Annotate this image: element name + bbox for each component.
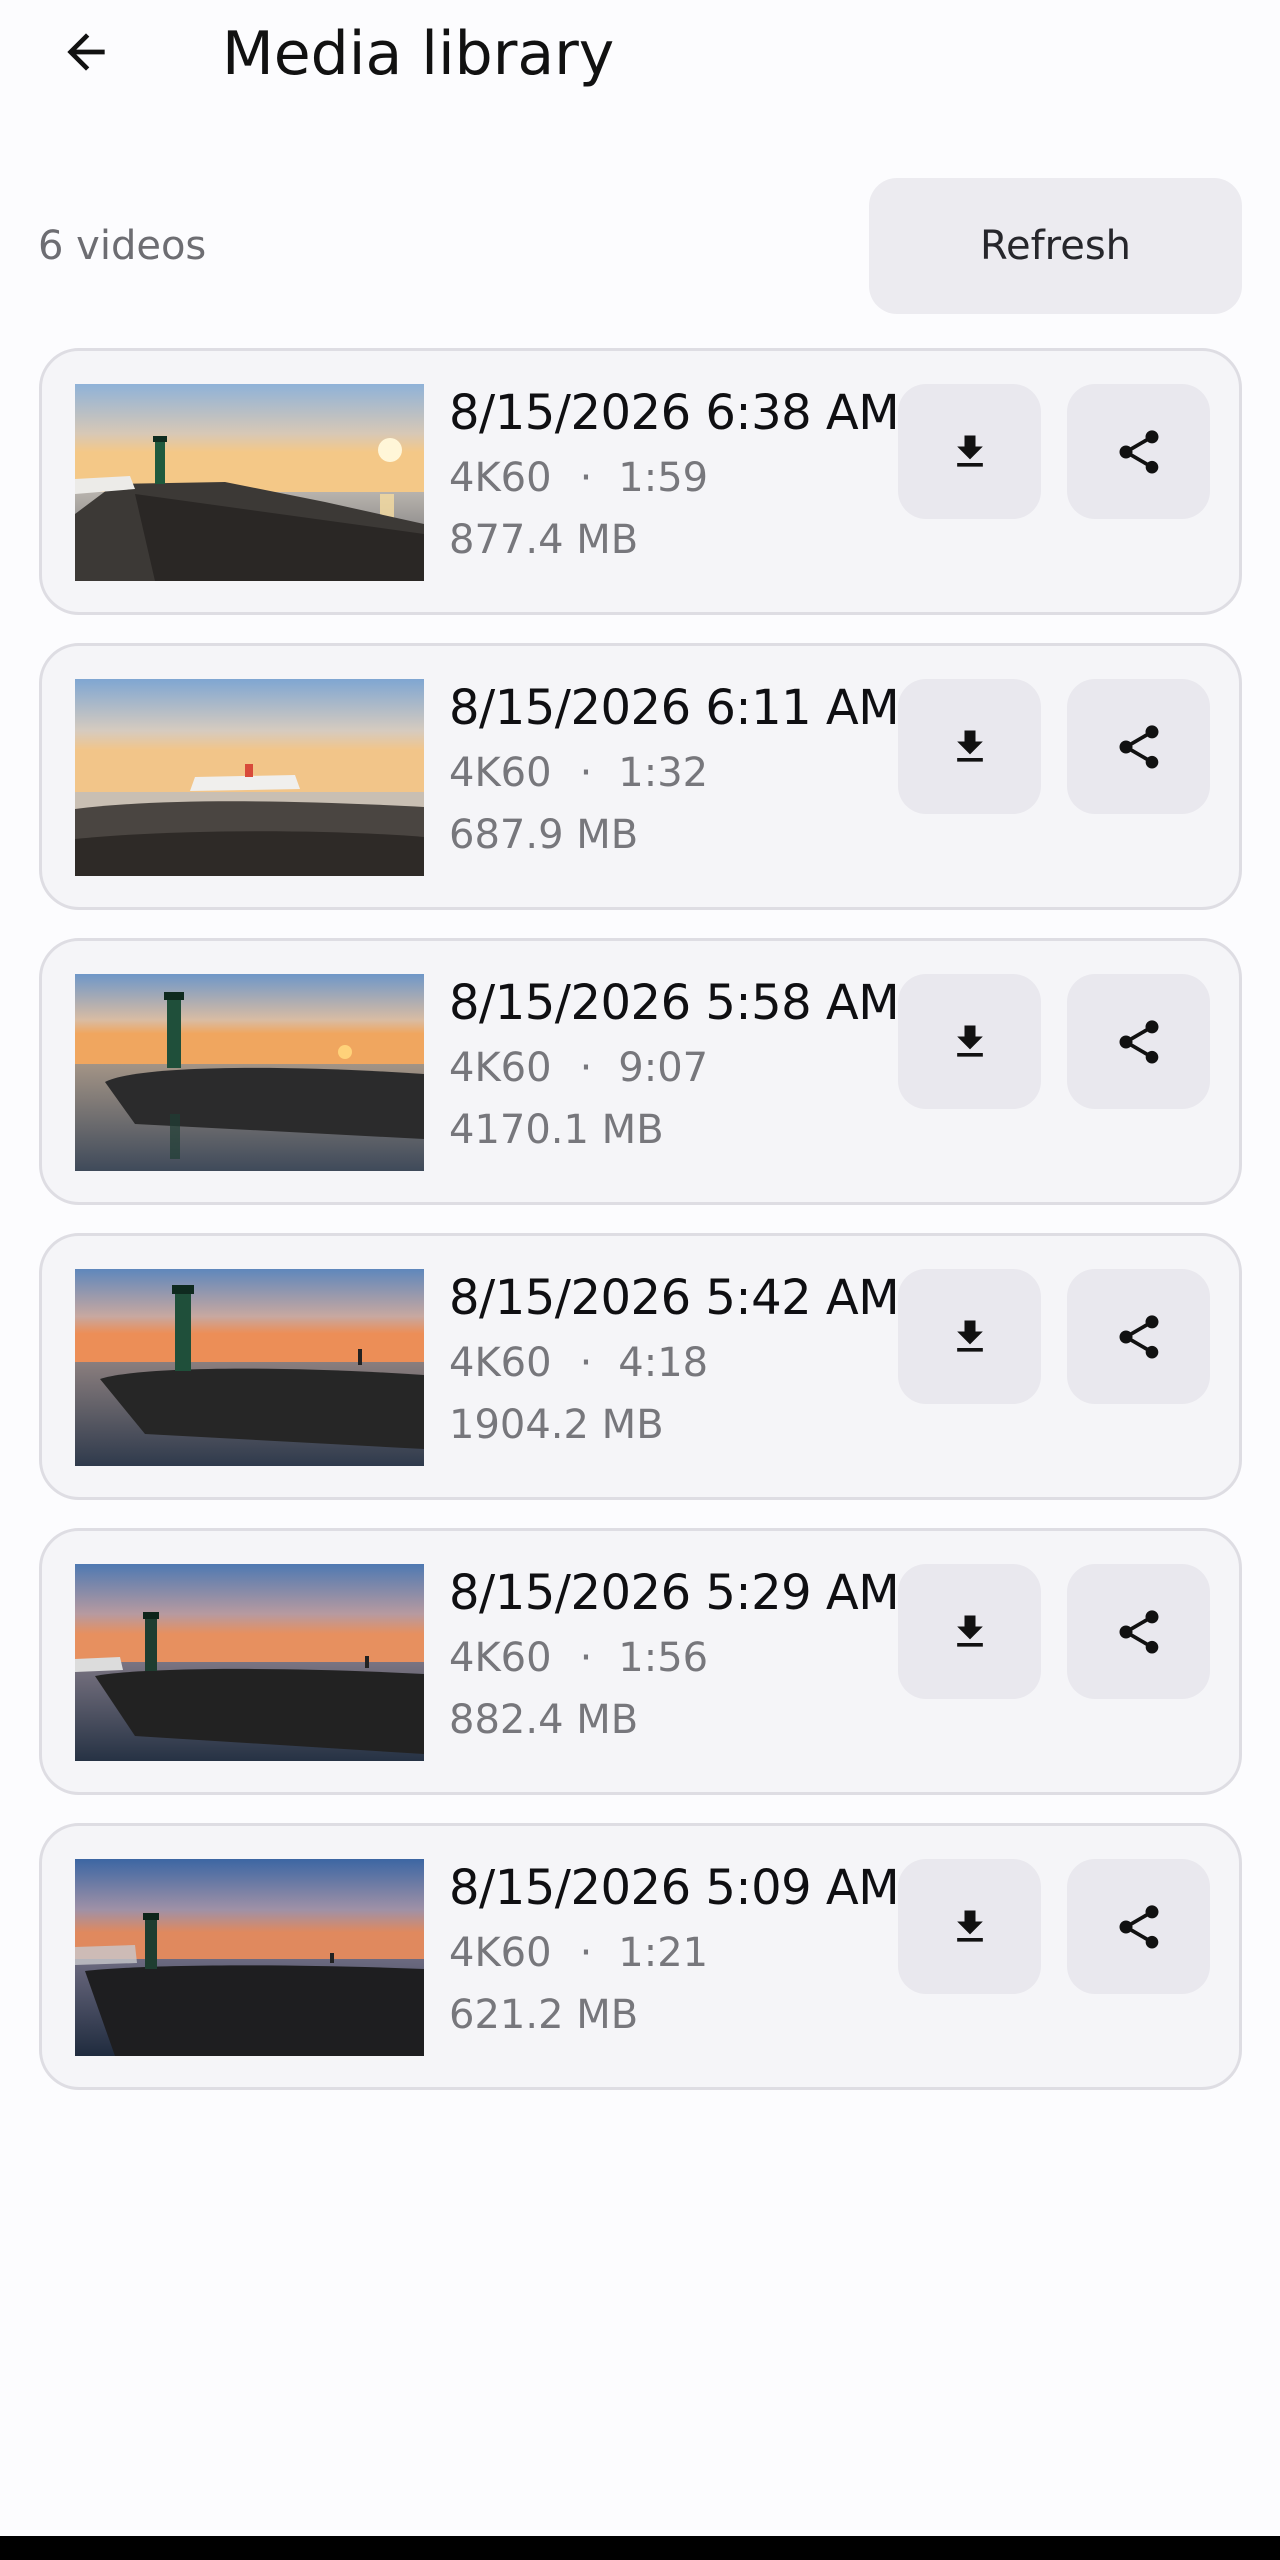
share-icon [1119,724,1158,768]
share-icon [1119,1904,1158,1948]
separator-dot: · [579,455,593,501]
system-navigation-bar [0,2536,1280,2560]
video-quality: 4K60 [449,1045,552,1091]
video-size: 877.4 MB [449,517,639,563]
share-button[interactable] [1067,679,1210,814]
video-meta: 8/15/2026 5:29 AM 4K60 · 1:56 882.4 MB [449,1561,909,1751]
video-meta: 8/15/2026 6:38 AM 4K60 · 1:59 877.4 MB [449,381,909,571]
video-card[interactable]: 8/15/2026 5:58 AM 4K60 · 9:07 4170.1 MB [39,938,1242,1205]
video-spec: 4K60 · 1:59 [449,447,909,509]
video-thumbnail[interactable] [75,1269,424,1466]
separator-dot: · [579,1045,593,1091]
video-date: 8/15/2026 6:38 AM [449,385,900,441]
video-size: 4170.1 MB [449,1107,664,1153]
video-quality: 4K60 [449,1340,552,1386]
video-duration: 9:07 [618,1045,709,1091]
video-thumbnail[interactable] [75,974,424,1171]
download-button[interactable] [898,974,1041,1109]
download-button[interactable] [898,679,1041,814]
download-button[interactable] [898,1859,1041,1994]
video-quality: 4K60 [449,455,552,501]
share-button[interactable] [1067,1564,1210,1699]
video-size: 687.9 MB [449,812,639,858]
share-icon [1119,1314,1158,1358]
share-icon [1119,429,1158,473]
video-duration: 1:56 [618,1635,709,1681]
video-duration: 4:18 [618,1340,709,1386]
video-quality: 4K60 [449,1930,552,1976]
video-spec: 4K60 · 1:32 [449,742,909,804]
video-thumbnail[interactable] [75,384,424,581]
download-icon [956,730,983,762]
separator-dot: · [579,1930,593,1976]
video-spec: 4K60 · 1:56 [449,1627,909,1689]
video-spec: 4K60 · 4:18 [449,1332,909,1394]
video-card[interactable]: 8/15/2026 5:29 AM 4K60 · 1:56 882.4 MB [39,1528,1242,1795]
share-icon [1119,1609,1158,1653]
video-date: 8/15/2026 5:58 AM [449,975,900,1031]
top-app-bar: Media library [0,0,1280,110]
video-meta: 8/15/2026 5:09 AM 4K60 · 1:21 621.2 MB [449,1856,909,2046]
video-date: 8/15/2026 6:11 AM [449,680,900,736]
video-quality: 4K60 [449,1635,552,1681]
download-icon [956,1320,983,1352]
page-title: Media library [222,19,615,89]
download-icon [956,1910,983,1942]
video-card[interactable]: 8/15/2026 5:09 AM 4K60 · 1:21 621.2 MB [39,1823,1242,2090]
video-list: 8/15/2026 6:38 AM 4K60 · 1:59 877.4 MB 8… [39,348,1242,2118]
video-size: 1904.2 MB [449,1402,664,1448]
video-spec: 4K60 · 9:07 [449,1037,909,1099]
share-button[interactable] [1067,1859,1210,1994]
video-meta: 8/15/2026 5:58 AM 4K60 · 9:07 4170.1 MB [449,971,909,1161]
video-size: 621.2 MB [449,1992,639,2038]
share-icon [1119,1019,1158,1063]
separator-dot: · [579,750,593,796]
share-button[interactable] [1067,1269,1210,1404]
download-icon [956,1025,983,1057]
video-card[interactable]: 8/15/2026 6:38 AM 4K60 · 1:59 877.4 MB [39,348,1242,615]
video-meta: 8/15/2026 6:11 AM 4K60 · 1:32 687.9 MB [449,676,909,866]
arrow-left-icon [67,33,105,71]
video-spec: 4K60 · 1:21 [449,1922,909,1984]
refresh-button[interactable]: Refresh [869,178,1242,314]
video-thumbnail[interactable] [75,1859,424,2056]
video-duration: 1:32 [618,750,709,796]
media-library-screen: Media library 6 videos Refresh 8/15/2026… [0,0,1280,2560]
video-card[interactable]: 8/15/2026 5:42 AM 4K60 · 4:18 1904.2 MB [39,1233,1242,1500]
video-thumbnail[interactable] [75,1564,424,1761]
video-duration: 1:21 [618,1930,709,1976]
video-count-label: 6 videos [38,223,207,269]
video-date: 8/15/2026 5:42 AM [449,1270,900,1326]
video-date: 8/15/2026 5:09 AM [449,1860,900,1916]
video-duration: 1:59 [618,455,709,501]
separator-dot: · [579,1635,593,1681]
separator-dot: · [579,1340,593,1386]
video-quality: 4K60 [449,750,552,796]
download-icon [956,1615,983,1647]
share-button[interactable] [1067,384,1210,519]
video-date: 8/15/2026 5:29 AM [449,1565,900,1621]
video-size: 882.4 MB [449,1697,639,1743]
download-button[interactable] [898,1269,1041,1404]
video-meta: 8/15/2026 5:42 AM 4K60 · 4:18 1904.2 MB [449,1266,909,1456]
download-button[interactable] [898,1564,1041,1699]
video-card[interactable]: 8/15/2026 6:11 AM 4K60 · 1:32 687.9 MB [39,643,1242,910]
share-button[interactable] [1067,974,1210,1109]
video-thumbnail[interactable] [75,679,424,876]
back-button[interactable] [44,10,128,94]
download-icon [956,435,983,467]
download-button[interactable] [898,384,1041,519]
